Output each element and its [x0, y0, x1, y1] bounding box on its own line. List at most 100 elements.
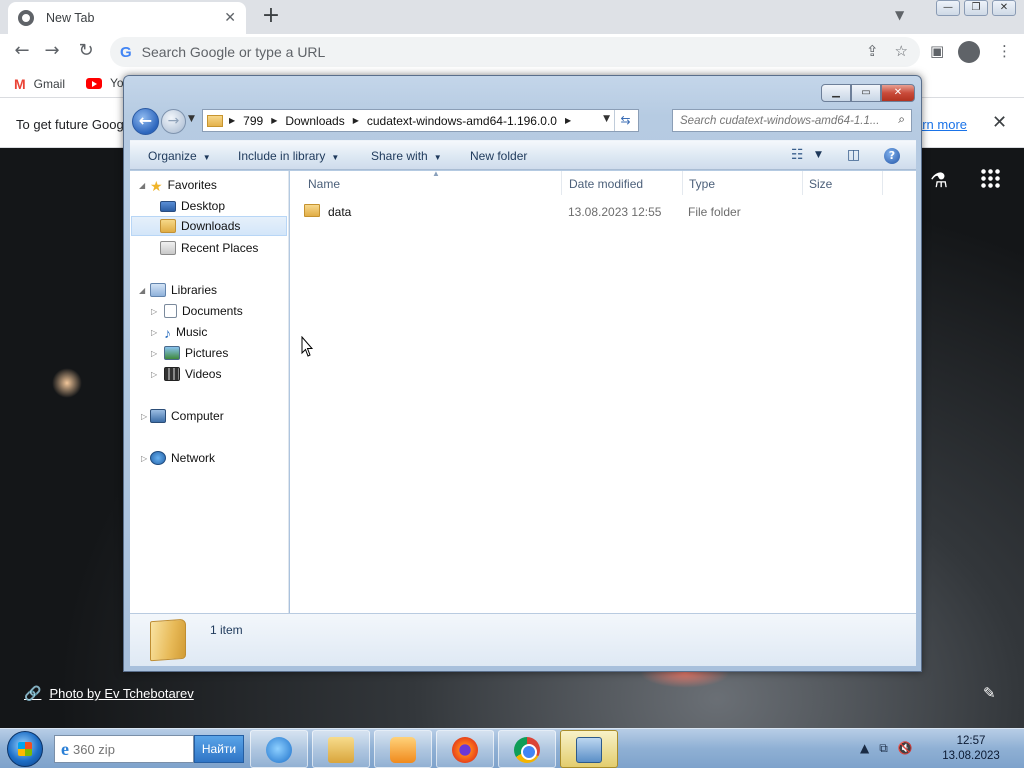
column-header-name[interactable]: ▲ Name	[302, 169, 562, 195]
share-with-button[interactable]: Share with ▼	[371, 149, 442, 163]
explorer-back-button[interactable]: ←	[132, 108, 159, 135]
expand-arrow-icon[interactable]: ▷	[151, 349, 157, 358]
nav-pictures[interactable]: Pictures	[164, 343, 228, 363]
taskbar-firefox[interactable]	[436, 730, 494, 768]
file-type: File folder	[688, 205, 741, 219]
breadcrumb-item[interactable]: Downloads	[285, 114, 344, 128]
organize-button[interactable]: Organize ▼	[148, 149, 211, 163]
breadcrumb-separator-icon[interactable]: ▶	[353, 116, 359, 125]
infobar-close-icon[interactable]: ✕	[992, 112, 1007, 133]
nav-label: Desktop	[181, 199, 226, 213]
refresh-icon[interactable]: ⇆	[614, 110, 636, 131]
expand-arrow-icon[interactable]: ▷	[141, 454, 147, 463]
taskbar-remote-desktop[interactable]	[560, 730, 618, 768]
chrome-favicon-icon	[18, 10, 34, 26]
explorer-maximize-button[interactable]: ▭	[851, 84, 881, 102]
reload-icon[interactable]: ↻	[74, 40, 98, 64]
nav-music[interactable]: ♪ Music	[164, 322, 207, 342]
expand-arrow-icon[interactable]: ▷	[151, 370, 157, 379]
explorer-forward-button[interactable]: →	[161, 109, 186, 134]
explorer-search-input[interactable]	[680, 114, 885, 127]
help-icon[interactable]: ?	[884, 148, 900, 164]
taskbar-file-explorer[interactable]	[312, 730, 370, 768]
back-arrow-icon[interactable]: ←	[10, 40, 34, 64]
taskbar-clock[interactable]: 12:57 13.08.2023	[930, 734, 1012, 764]
menu-kebab-icon[interactable]: ⋮	[997, 42, 1012, 60]
taskbar-media-player[interactable]	[374, 730, 432, 768]
column-header-size[interactable]: Size	[803, 171, 883, 195]
tab-new-tab[interactable]: New Tab ✕	[8, 2, 246, 34]
address-bar[interactable]: ▶ 799 ▶ Downloads ▶ cudatext-windows-amd…	[202, 109, 639, 132]
breadcrumb-separator-icon[interactable]: ▶	[271, 116, 277, 125]
nav-label: Network	[171, 451, 216, 465]
change-view-icon[interactable]: ☷	[791, 147, 804, 163]
bookmark-youtube[interactable]: Yo	[86, 76, 124, 90]
nav-downloads[interactable]: Downloads	[131, 216, 287, 236]
nav-network[interactable]: Network	[150, 448, 215, 468]
minimize-button[interactable]: —	[936, 0, 960, 16]
remote-desktop-icon	[576, 737, 602, 763]
nav-label: Computer	[171, 409, 224, 423]
nav-label: Videos	[185, 367, 222, 381]
share-icon[interactable]: ⇪	[866, 42, 879, 60]
recent-pages-chevron-icon[interactable]: ▼	[188, 114, 195, 124]
taskbar-search-box[interactable]: e	[54, 735, 194, 763]
tab-close-icon[interactable]: ✕	[224, 10, 236, 26]
omnibox[interactable]: G Search Google or type a URL ⇪ ☆	[110, 37, 920, 67]
collapse-arrow-icon[interactable]: ◢	[139, 286, 145, 295]
close-button[interactable]: ✕	[992, 0, 1016, 16]
libraries-icon	[150, 283, 166, 297]
restore-button[interactable]: ❐	[964, 0, 988, 16]
tab-search-chevron-icon[interactable]: ▼	[895, 8, 904, 22]
taskbar-chrome[interactable]	[498, 730, 556, 768]
bookmark-star-icon[interactable]: ☆	[895, 42, 908, 60]
nav-documents[interactable]: Documents	[164, 301, 243, 321]
learn-more-link[interactable]: arn more	[915, 117, 967, 132]
nav-computer[interactable]: Computer	[150, 406, 224, 426]
new-tab-button[interactable]: +	[258, 4, 284, 30]
explorer-close-button[interactable]: ✕	[881, 84, 915, 102]
labs-flask-icon[interactable]: ⚗	[930, 168, 948, 192]
folder-icon	[304, 204, 320, 217]
explorer-search-box[interactable]: ⌕	[672, 109, 912, 132]
column-header-type[interactable]: Type	[683, 171, 803, 195]
view-options-chevron-icon[interactable]: ▼	[815, 150, 822, 160]
breadcrumb-separator-icon[interactable]: ▶	[229, 116, 235, 125]
explorer-caption-buttons: ▁ ▭ ✕	[821, 84, 915, 102]
expand-arrow-icon[interactable]: ▷	[151, 307, 157, 316]
bookmark-gmail[interactable]: M Gmail	[14, 76, 65, 92]
breadcrumb-item[interactable]: cudatext-windows-amd64-1.196.0.0	[367, 114, 557, 128]
file-row[interactable]: data 13.08.2023 12:55 File folder	[290, 201, 916, 223]
taskbar-internet-explorer[interactable]	[250, 730, 308, 768]
volume-muted-icon[interactable]: 🔇	[898, 741, 913, 756]
file-list: ▲ Name Date modified Type Size data 13.0…	[290, 169, 916, 613]
google-apps-grid-icon[interactable]	[980, 168, 1000, 188]
nav-desktop[interactable]: Desktop	[160, 196, 225, 216]
taskbar-search-button[interactable]: Найти	[194, 735, 244, 763]
address-history-chevron-icon[interactable]: ▼	[603, 114, 610, 124]
show-hidden-icons-icon[interactable]: ▲	[860, 741, 869, 756]
explorer-minimize-button[interactable]: ▁	[821, 84, 851, 102]
expand-arrow-icon[interactable]: ▷	[141, 412, 147, 421]
preview-pane-icon[interactable]: ◫	[847, 147, 860, 163]
nav-recent-places[interactable]: Recent Places	[160, 238, 258, 258]
customize-pencil-icon[interactable]: ✎	[983, 684, 996, 702]
new-folder-button[interactable]: New folder	[470, 149, 527, 163]
column-header-date-modified[interactable]: Date modified	[563, 171, 683, 195]
expand-arrow-icon[interactable]: ▷	[151, 328, 157, 337]
breadcrumb-item[interactable]: 799	[243, 114, 263, 128]
network-status-icon[interactable]: ⧉	[879, 741, 888, 756]
profile-avatar[interactable]	[958, 41, 980, 63]
photo-credit-link[interactable]: 🔗 Photo by Ev Tchebotarev	[24, 685, 194, 702]
taskbar-search-input[interactable]	[73, 741, 177, 757]
forward-arrow-icon[interactable]: →	[40, 40, 64, 64]
nav-favorites[interactable]: ★ Favorites	[150, 175, 217, 195]
breadcrumb-separator-icon[interactable]: ▶	[565, 116, 571, 125]
collapse-arrow-icon[interactable]: ◢	[139, 181, 145, 190]
videos-icon	[164, 367, 180, 381]
nav-libraries[interactable]: Libraries	[150, 280, 217, 300]
include-in-library-button[interactable]: Include in library ▼	[238, 149, 339, 163]
start-button[interactable]	[7, 731, 43, 767]
side-panel-icon[interactable]: ▣	[930, 42, 944, 60]
nav-videos[interactable]: Videos	[164, 364, 221, 384]
